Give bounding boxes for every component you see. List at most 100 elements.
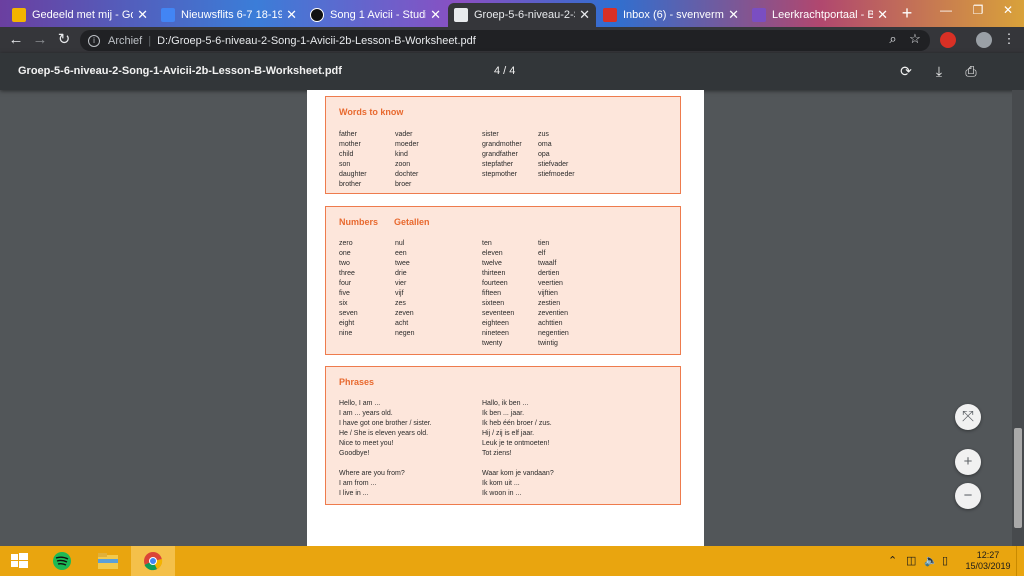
- menu-dots-icon[interactable]: ⋮: [1000, 30, 1018, 48]
- list-item: vader: [395, 131, 413, 138]
- numbers-subtitle: Getallen: [394, 217, 430, 227]
- taskbar: ⌃ ◫ 🔈 ▯ 12:27 15/03/2019: [0, 546, 1024, 576]
- chrome-taskbar-icon[interactable]: [131, 546, 175, 576]
- list-item: acht: [395, 320, 409, 327]
- list-item: sister: [482, 131, 499, 138]
- forward-arrow-icon[interactable]: →: [30, 30, 50, 50]
- show-hidden-icons-icon[interactable]: ⌃: [888, 554, 897, 567]
- words-col-dutch-1: vader moeder kind zoon dochter broer: [395, 130, 419, 190]
- close-window-button[interactable]: ✕: [992, 0, 1024, 22]
- file-explorer-icon[interactable]: [86, 546, 130, 576]
- list-item: veertien: [538, 280, 563, 287]
- maximize-button[interactable]: ❐: [962, 0, 994, 22]
- close-icon[interactable]: ✕: [137, 7, 148, 23]
- tab-leerkrachtportaal[interactable]: Leerkrachtportaal - Ba ✕: [746, 3, 894, 27]
- volume-icon[interactable]: 🔈: [924, 554, 938, 567]
- list-item: six: [339, 300, 348, 307]
- close-icon[interactable]: ✕: [579, 7, 590, 23]
- fit-to-page-button[interactable]: ⤧: [955, 404, 981, 430]
- list-item: Hallo, ik ben ...: [482, 400, 529, 407]
- list-item: Ik kom uit ...: [482, 480, 520, 487]
- list-item: twelve: [482, 260, 502, 267]
- list-item: opa: [538, 151, 550, 158]
- list-item: grandmother: [482, 141, 522, 148]
- list-item: thirteen: [482, 270, 506, 277]
- tab-nieuwsflits[interactable]: Nieuwsflits 6-7 18-19 7... ✕: [155, 3, 303, 27]
- list-item: Hello, I am ...: [339, 400, 381, 407]
- list-item: twee: [395, 260, 410, 267]
- address-bar[interactable]: i Archief | D:/Groep-5-6-niveau-2-Song-1…: [80, 30, 930, 51]
- zoom-out-button[interactable]: −: [955, 483, 981, 509]
- list-item: nine: [339, 330, 353, 337]
- list-item: seventeen: [482, 310, 515, 317]
- words-heading: Words to know: [339, 107, 404, 117]
- tab-studio[interactable]: Song 1 Avicii - Studio ✕: [304, 3, 447, 27]
- list-item: vier: [395, 280, 407, 287]
- numbers-col-dutch-2: tien elf twaalf dertien veertien vijftien zest…: [538, 239, 569, 349]
- list-item: Ik woon in ...: [482, 490, 522, 497]
- list-item: ten: [482, 240, 492, 247]
- numbers-col-english-2: ten eleven twelve thirteen fourteen fifteen si…: [482, 239, 514, 349]
- list-item: Hij / zij is elf jaar.: [482, 430, 535, 437]
- close-icon[interactable]: ✕: [286, 7, 297, 23]
- list-item: daughter: [339, 171, 367, 178]
- google-drive-icon: [12, 8, 26, 22]
- list-item: two: [339, 260, 350, 267]
- minimize-button[interactable]: —: [930, 0, 962, 22]
- list-item: stiefmoeder: [538, 171, 575, 178]
- list-item: [482, 459, 554, 469]
- list-item: oma: [538, 141, 552, 148]
- list-item: dertien: [538, 270, 560, 277]
- reload-icon[interactable]: ↻: [54, 30, 74, 50]
- taskbar-clock[interactable]: 12:27 15/03/2019: [962, 550, 1014, 572]
- spotify-icon[interactable]: [40, 546, 84, 576]
- page-indicator: 4 / 4: [494, 65, 516, 77]
- windows-start-icon[interactable]: [0, 546, 38, 576]
- clock-time: 12:27: [976, 550, 1000, 560]
- tab-google-drive[interactable]: Gedeeld met mij - Goo ✕: [6, 3, 154, 27]
- scrollbar-thumb[interactable]: [1014, 428, 1022, 528]
- extension-icon[interactable]: [940, 32, 956, 48]
- tab-title: Nieuwsflits 6-7 18-19 7...: [181, 9, 283, 21]
- download-icon[interactable]: ⤓: [930, 62, 948, 80]
- tab-worksheet-pdf[interactable]: Groep-5-6-niveau-2-Son ✕: [448, 3, 596, 27]
- list-item: stepfather: [482, 161, 514, 168]
- profile-avatar[interactable]: [976, 32, 992, 48]
- list-item: Ik ben ... jaar.: [482, 410, 525, 417]
- close-icon[interactable]: ✕: [728, 7, 739, 23]
- bookmark-star-icon[interactable]: ☆: [906, 30, 924, 48]
- close-icon[interactable]: ✕: [430, 7, 441, 23]
- tab-title: Song 1 Avicii - Studio: [330, 9, 427, 21]
- network-icon[interactable]: ◫: [906, 554, 916, 567]
- list-item: stiefvader: [538, 161, 569, 168]
- words-col-english-1: father mother child son daughter brother: [339, 130, 367, 190]
- portal-icon: [752, 8, 766, 22]
- battery-icon[interactable]: ▯: [942, 554, 948, 567]
- list-item: [339, 459, 432, 469]
- print-icon[interactable]: ⎙: [962, 62, 980, 80]
- new-tab-button[interactable]: +: [897, 4, 917, 24]
- tab-gmail[interactable]: Inbox (6) - svenvermaat ✕: [597, 3, 745, 27]
- tab-title: Gedeeld met mij - Goo: [32, 9, 134, 21]
- list-item: Goodbye!: [339, 450, 370, 457]
- list-item: Ik heb één broer / zus.: [482, 420, 552, 427]
- tab-title: Groep-5-6-niveau-2-Son: [474, 9, 575, 21]
- list-item: nul: [395, 240, 405, 247]
- address-scheme: Archief: [108, 34, 143, 47]
- clock-date: 15/03/2019: [965, 561, 1011, 571]
- zoom-in-button[interactable]: +: [955, 449, 981, 475]
- rotate-icon[interactable]: ⟳: [897, 62, 915, 80]
- list-item: one: [339, 250, 351, 257]
- back-arrow-icon[interactable]: ←: [6, 30, 26, 50]
- zoom-magnifier-icon[interactable]: ⌕: [884, 30, 902, 48]
- numbers-box: Numbers Getallen zero one two three four five s…: [325, 206, 681, 355]
- show-desktop-button[interactable]: [1016, 546, 1024, 576]
- list-item: broer: [395, 181, 412, 188]
- tab-strip: Gedeeld met mij - Goo ✕ Nieuwsflits 6-7 …: [0, 0, 1024, 27]
- list-item: Waar kom je vandaan?: [482, 470, 554, 477]
- list-item: eleven: [482, 250, 503, 257]
- info-icon[interactable]: i: [88, 34, 100, 47]
- list-item: vijf: [395, 290, 404, 297]
- browser-toolbar: ← → ↻ i Archief | D:/Groep-5-6-niveau-2-…: [0, 27, 1024, 53]
- close-icon[interactable]: ✕: [877, 7, 888, 23]
